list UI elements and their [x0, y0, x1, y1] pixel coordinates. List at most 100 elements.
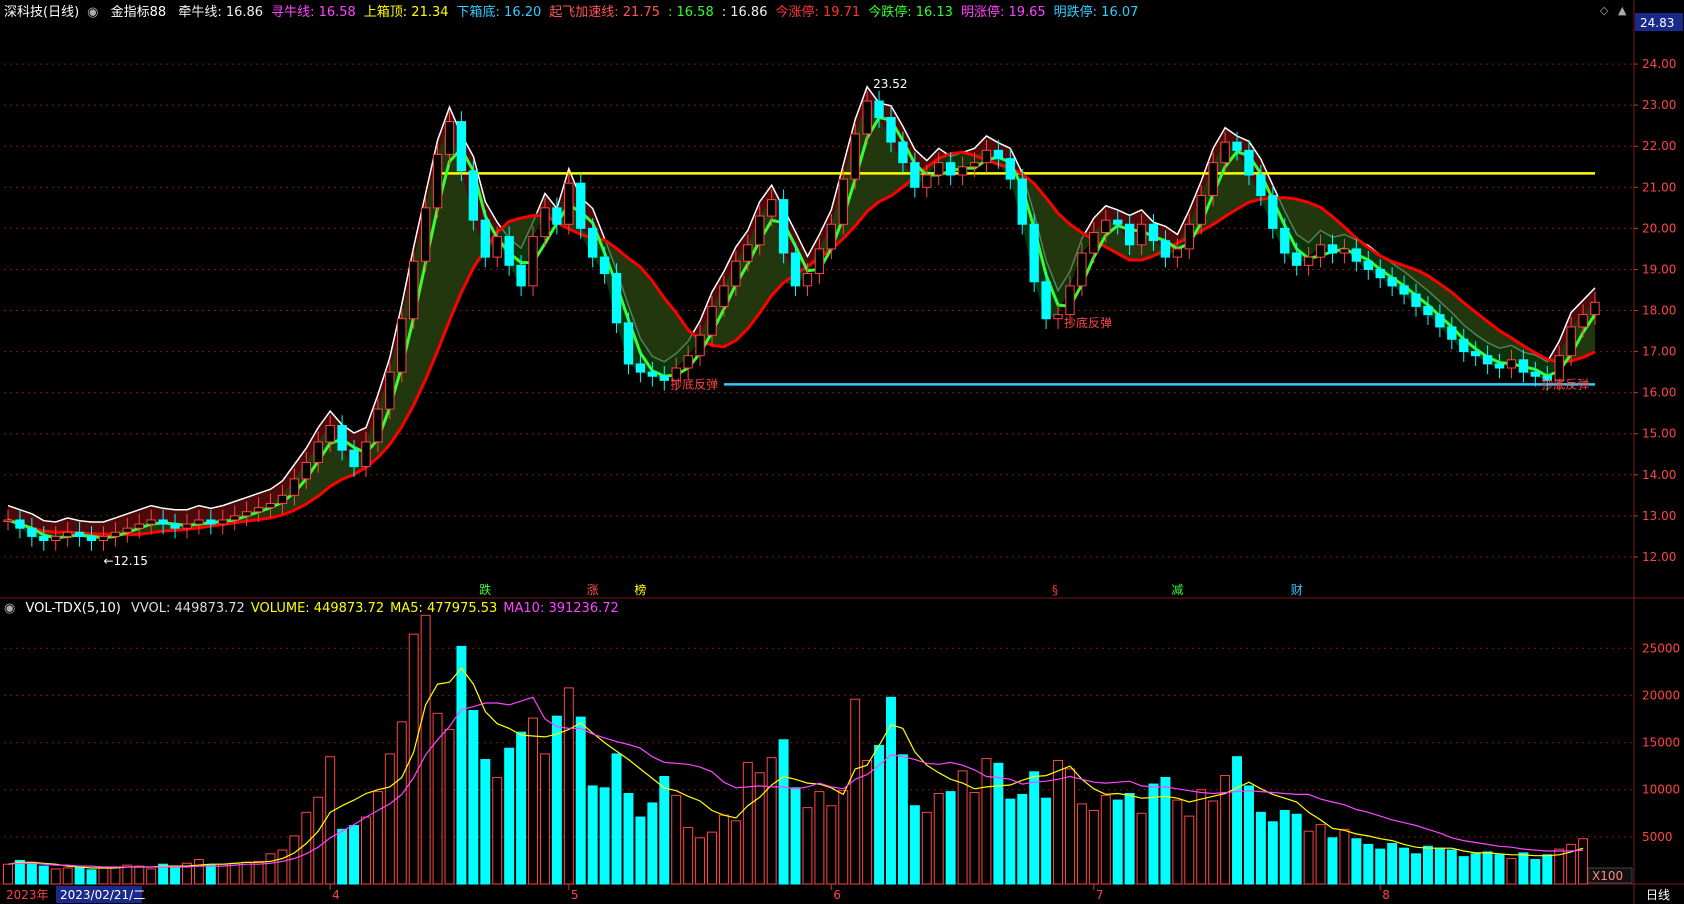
volume-dropdown-icon[interactable]: ◉	[4, 601, 15, 616]
price-tick-label: 22.00	[1642, 139, 1676, 153]
volume-bar	[790, 787, 801, 885]
candle-body	[289, 478, 300, 496]
volume-bar	[1482, 851, 1493, 885]
scroll-up-icon[interactable]: ▲	[1618, 4, 1626, 17]
candle-body	[1148, 223, 1159, 242]
candle-body	[230, 515, 240, 521]
volume-value-2: MA5: 477975.53	[390, 601, 498, 616]
volume-bar	[1100, 794, 1111, 885]
period-label: 日线	[1646, 888, 1670, 902]
volume-bar	[838, 790, 849, 885]
volume-bar	[528, 717, 538, 885]
volume-bar	[826, 805, 837, 885]
volume-bar	[516, 731, 527, 885]
volume-bar	[754, 772, 765, 885]
indicator-name[interactable]: 金指标88	[111, 5, 167, 20]
volume-tick-label: 15000	[1642, 736, 1680, 750]
candle-body	[1124, 223, 1135, 246]
candle-body	[337, 425, 347, 451]
candle-body	[218, 519, 228, 525]
candle-body	[778, 199, 789, 254]
header-value-2: 上箱顶: 21.34	[363, 5, 449, 20]
candle-body	[194, 519, 204, 525]
candle-body	[922, 174, 932, 188]
candle-body	[1077, 252, 1087, 287]
volume-tick-label: 25000	[1642, 641, 1680, 655]
indicator-dropdown-icon[interactable]: ◉	[87, 5, 98, 20]
volume-indicator-name[interactable]: VOL-TDX(5,10)	[25, 601, 120, 616]
candle-body	[1590, 301, 1600, 316]
candle-body	[731, 260, 741, 287]
volume-bar	[1327, 837, 1338, 885]
volume-bar	[1446, 849, 1457, 885]
volume-bar	[1542, 854, 1553, 885]
volume-bar	[647, 802, 658, 885]
candle-body	[1136, 223, 1147, 246]
volume-bar	[1470, 853, 1481, 885]
candle-body	[540, 207, 550, 238]
candle-body	[1053, 314, 1063, 320]
volume-bar	[551, 715, 562, 885]
candle-body	[1256, 174, 1266, 197]
candle-body	[1399, 285, 1409, 295]
candle-body	[1339, 248, 1350, 254]
event-marker: 减	[1171, 583, 1183, 597]
volume-bar	[539, 753, 550, 885]
volume-bar	[563, 687, 574, 885]
diamond-icon[interactable]: ◇	[1600, 4, 1608, 17]
candle-body	[1303, 256, 1314, 266]
candle-body	[647, 371, 658, 377]
volume-bar	[1160, 776, 1171, 885]
volume-bar	[981, 758, 992, 885]
stock-chart[interactable]: 12.00 13.00 14.00 15.00 16.00 17.00 18.00 19.00…	[0, 0, 1684, 904]
candle-body	[886, 116, 896, 143]
bounce-signal-label: 抄底反弹	[1064, 315, 1112, 330]
volume-bar	[1291, 813, 1302, 885]
candle-body	[397, 318, 407, 373]
volume-bar	[707, 831, 717, 885]
candle-body	[110, 531, 121, 537]
candle-body	[528, 236, 538, 287]
price-tick-label: 18.00	[1642, 304, 1676, 318]
volume-bar	[38, 865, 49, 885]
volume-bar	[337, 828, 348, 885]
volume-bar	[98, 867, 109, 885]
candle-body	[1411, 293, 1421, 307]
volume-bar	[504, 747, 515, 885]
candle-body	[1566, 326, 1576, 357]
volume-bar	[945, 791, 956, 885]
volume-bar	[1506, 858, 1517, 885]
volume-bar	[897, 754, 908, 885]
candle-body	[420, 207, 431, 262]
volume-bar	[229, 862, 240, 885]
volume-bar	[1434, 847, 1445, 885]
volume-bar	[1458, 856, 1469, 885]
volume-bar	[313, 796, 324, 885]
volume-values: VVOL: 449873.72 VOLUME: 449873.72 MA5: 477…	[131, 601, 625, 616]
candle-body	[743, 244, 753, 262]
volume-bar	[969, 792, 980, 885]
high-price-label: 23.52	[873, 77, 907, 91]
volume-bar	[3, 863, 13, 885]
volume-bar	[1267, 821, 1278, 885]
candle-body	[1017, 178, 1027, 225]
chart-background	[0, 0, 1684, 904]
candle-body	[695, 334, 705, 357]
volume-bar	[862, 759, 873, 885]
candle-body	[564, 182, 574, 225]
stock-name[interactable]: 深科技(日线)	[4, 5, 79, 20]
candle-body	[74, 531, 85, 537]
candle-body	[552, 207, 562, 225]
volume-header: ◉ VOL-TDX(5,10) VVOL: 449873.72 VOLUME: 4…	[4, 599, 631, 619]
candle-body	[1471, 351, 1481, 357]
candle-body	[1220, 141, 1230, 164]
volume-bar	[1148, 783, 1159, 885]
candle-body	[910, 162, 920, 188]
volume-bar	[1363, 843, 1374, 885]
event-marker: 涨	[587, 582, 599, 597]
candle-body	[1232, 141, 1242, 151]
current-price-label: 24.83	[1640, 16, 1674, 30]
volume-bar	[1136, 812, 1147, 885]
candle-body	[969, 162, 980, 168]
price-tick-label: 12.00	[1642, 550, 1676, 564]
